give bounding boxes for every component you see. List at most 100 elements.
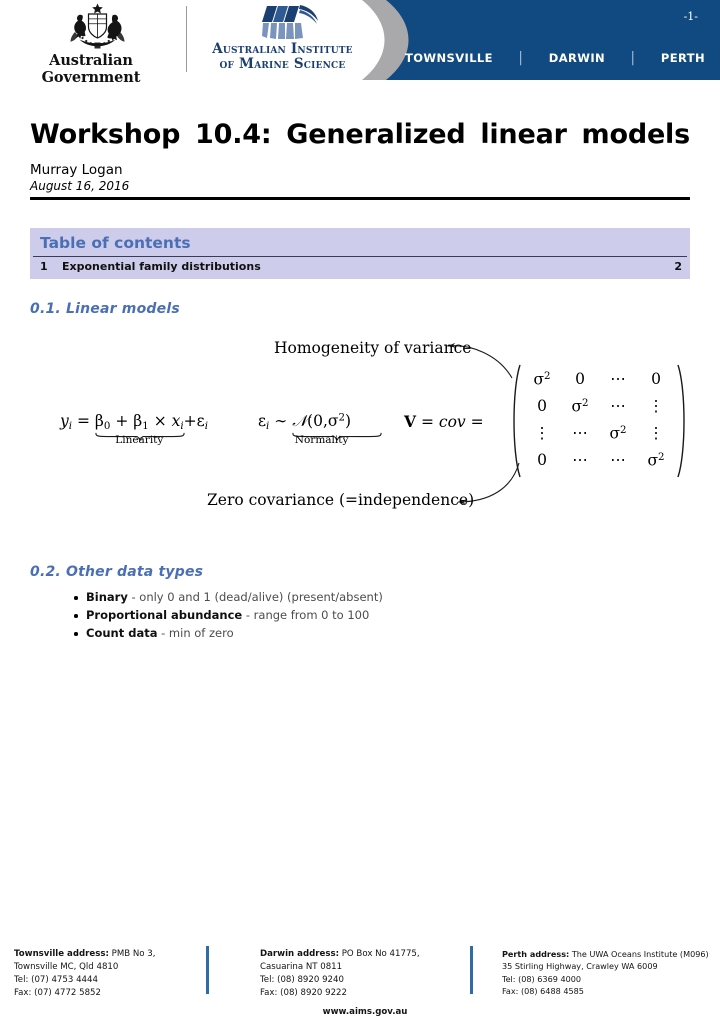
document-author: Murray Logan	[30, 162, 123, 179]
footer-website[interactable]: www.aims.gov.au	[260, 1007, 470, 1017]
list-item: Binary - only 0 and 1 (dead/alive) (pres…	[72, 590, 632, 606]
eq-linearity-group: β0 + β1 × xi Linearity	[94, 412, 184, 446]
matrix-cell-r2c2: σ2	[571, 396, 589, 415]
matrix-cell-r1c2: 0	[575, 369, 585, 388]
annotation-homogeneity-of-variance: Homogeneity of variance	[274, 339, 472, 357]
page-number: -1-	[683, 10, 698, 23]
aims-wordmark: Australian Institute of Marine Science	[200, 42, 365, 71]
eq2-epsilon-subscript: i	[266, 420, 270, 432]
aims-wordmark-line2: of Marine Science	[219, 55, 346, 72]
footer-darwin-street: PO Box No 41775,	[339, 949, 420, 959]
matrix-cell-r3c3: σ2	[609, 423, 627, 442]
eq-lhs-y-subscript: i	[68, 420, 73, 432]
footer-townsville-fax: Fax: (07) 4772 5852	[14, 988, 101, 999]
eq2-normality-group: 𝒩(0,σ2) Normality	[292, 412, 352, 446]
equation-covariance-label: V = cov =	[404, 412, 484, 431]
list-item-detail: - min of zero	[157, 626, 234, 641]
footer-townsville-street: PMB No 3,	[108, 949, 156, 959]
underbrace-label-normality: Normality	[294, 433, 349, 446]
section-heading-linear-models: 0.1. Linear models	[30, 301, 180, 317]
document-date: August 16, 2016	[30, 179, 130, 194]
toc-rule	[33, 256, 687, 257]
aims-logo-icon	[262, 5, 318, 39]
footer-townsville-tel: Tel: (07) 4753 4444	[14, 975, 98, 986]
eq2-args-close: )	[344, 412, 352, 430]
list-item-term: Binary	[86, 590, 128, 604]
toc-entry-label: Exponential family distributions	[62, 260, 261, 273]
toc-entry-1[interactable]: 1 Exponential family distributions 2	[30, 259, 690, 274]
matrix-cells: σ2 0 ⋯ 0 0 σ2 ⋯ ⋮ ⋮ ⋯ σ2 ⋮ 0 ⋯ ⋯ σ2	[522, 363, 676, 479]
eq2-epsilon: ε	[258, 412, 267, 430]
eq2-normal-symbol: 𝒩	[292, 412, 308, 430]
list-item: Count data - min of zero	[72, 626, 632, 642]
matrix-cell-r4c3: ⋯	[610, 450, 626, 469]
covariance-matrix: σ2 0 ⋯ 0 0 σ2 ⋯ ⋮ ⋮ ⋯ σ2 ⋮ 0 ⋯ ⋯ σ2	[508, 363, 690, 479]
australian-coat-of-arms-icon	[70, 3, 125, 49]
header-city-list: TOWNSVILLE | DARWIN | PERTH	[405, 50, 705, 66]
matrix-left-paren-icon	[508, 363, 522, 479]
footer-perth-street: The UWA Oceans Institute (M096)	[569, 949, 709, 959]
eq-times: ×	[153, 412, 167, 430]
toc-heading: Table of contents	[40, 234, 191, 252]
eq-plus-1: +	[115, 412, 129, 430]
footer-address-townsville: Townsville address: PMB No 3, Townsville…	[14, 948, 194, 1000]
footer-perth-tel: Tel: (08) 6369 4000	[502, 973, 582, 984]
footer-darwin-label: Darwin address:	[260, 949, 340, 959]
footer-separator-2	[470, 946, 473, 994]
matrix-cell-r4c2: ⋯	[572, 450, 588, 469]
equation-normality: εi ∼ 𝒩(0,σ2) Normality	[258, 412, 352, 446]
eq-beta0: β	[94, 412, 104, 430]
eq-beta0-subscript: 0	[103, 420, 111, 432]
section-heading-other-data-types: 0.2. Other data types	[30, 564, 204, 580]
matrix-cell-r1c4: 0	[651, 369, 661, 388]
eq-beta1-subscript: 1	[142, 420, 149, 432]
matrix-cell-r4c4: σ2	[647, 450, 665, 469]
eq-beta1: β	[133, 412, 143, 430]
footer-perth-line2: 35 Stirling Highway, Crawley WA 6009	[502, 961, 658, 972]
footer-townsville-label: Townsville address:	[14, 949, 109, 959]
title-rule	[30, 197, 690, 200]
eq-epsilon-subscript: i	[204, 420, 208, 432]
title-block: Workshop 10.4: Generalized linear models…	[30, 120, 690, 200]
matrix-cell-r1c1: σ2	[533, 369, 551, 388]
footer-darwin-line1: Darwin address: PO Box No 41775,	[260, 948, 460, 961]
toc-entry-page: 2	[674, 260, 682, 273]
aims-wordmark-line1: Australian Institute	[212, 41, 353, 57]
australian-government-wordmark: Australian Government	[41, 52, 141, 86]
linear-model-figure: Homogeneity of variance Zero covariance …	[0, 330, 720, 530]
footer-townsville-line2: Townsville MC, Qld 4810	[14, 962, 119, 973]
annotation-zero-covariance: Zero covariance (=independence)	[207, 491, 475, 509]
header-city-separator-1: |	[518, 50, 524, 66]
eq-x-subscript: i	[180, 420, 184, 432]
matrix-cell-r2c3: ⋯	[610, 396, 626, 415]
list-item-term: Proportional abundance	[86, 608, 243, 623]
toc-entry-number: 1	[40, 260, 48, 273]
matrix-right-paren-icon	[676, 363, 690, 479]
footer-perth-line1: Perth address: The UWA Oceans Institute …	[502, 948, 717, 960]
eq-lhs-y: y	[60, 412, 69, 430]
eq2-tilde: ∼	[274, 412, 288, 430]
page-header: Australian Government Australian Institu…	[0, 0, 720, 86]
matrix-cell-r3c2: ⋯	[572, 423, 588, 442]
eq-epsilon: ε	[196, 412, 205, 430]
footer-address-darwin: Darwin address: PO Box No 41775, Casuari…	[260, 948, 460, 1000]
table-of-contents: Table of contents 1 Exponential family d…	[30, 228, 690, 279]
eq-equals: =	[76, 412, 90, 430]
matrix-cell-r3c1: ⋮	[534, 423, 550, 442]
list-item-detail: - range from 0 to 100	[242, 608, 370, 623]
matrix-cell-r1c3: ⋯	[610, 369, 626, 388]
underbrace-label-linearity: Linearity	[115, 433, 164, 446]
matrix-cell-r3c4: ⋮	[648, 423, 664, 442]
matrix-cell-r2c4: ⋮	[648, 396, 664, 415]
footer-address-perth: Perth address: The UWA Oceans Institute …	[502, 948, 717, 997]
footer-darwin-line2: Casuarina NT 0811	[260, 962, 343, 973]
equation-linear-model: yi = β0 + β1 × xi Linearity +εi	[60, 412, 208, 446]
list-item: Proportional abundance - range from 0 to…	[72, 608, 632, 624]
footer-darwin-tel: Tel: (08) 8920 9240	[260, 975, 344, 986]
list-item-detail: - only 0 and 1 (dead/alive) (present/abs…	[127, 590, 383, 604]
header-city-townsville: TOWNSVILLE	[405, 51, 493, 65]
matrix-cell-r4c1: 0	[537, 450, 547, 469]
header-city-darwin: DARWIN	[548, 51, 606, 65]
footer-separator-1	[206, 946, 209, 994]
header-city-perth: PERTH	[660, 51, 705, 65]
